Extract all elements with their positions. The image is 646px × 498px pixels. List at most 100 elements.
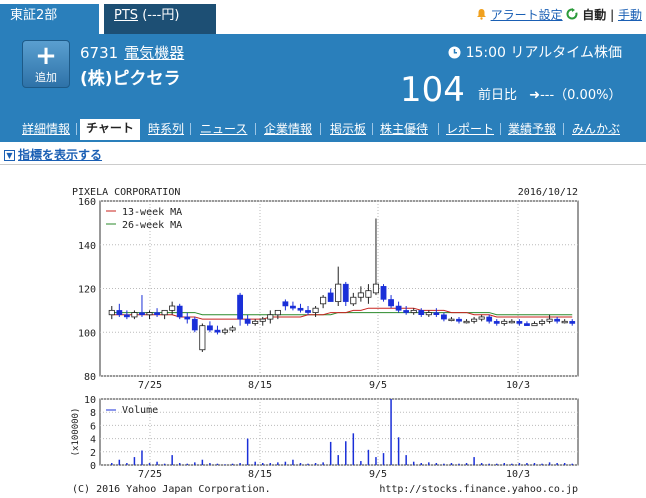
candle-down: [123, 314, 130, 318]
tab-pts[interactable]: PTS (---円): [104, 4, 216, 34]
candle-down: [305, 310, 311, 313]
market-tabs: 東証2部 PTS (---円) アラート設定 自動 | 手動: [0, 0, 646, 34]
volume-x-tick-label: 7/25: [138, 469, 162, 480]
alert-settings-link[interactable]: アラート設定: [491, 8, 563, 22]
candle-up: [161, 309, 168, 316]
candle-up: [108, 309, 115, 316]
candle-up: [312, 307, 319, 313]
nav-news[interactable]: ニュース: [198, 120, 249, 140]
candle-up: [146, 312, 153, 316]
link-separator: |: [610, 8, 615, 22]
candle-down: [290, 305, 296, 309]
price-time-value: 15:00: [465, 45, 506, 61]
volume-tick-label: 0: [90, 461, 96, 472]
candle-down: [456, 318, 462, 322]
change-label: 前日比: [478, 88, 518, 103]
bell-icon: [476, 9, 486, 20]
candle-down: [554, 318, 561, 322]
tab-pts-value: (---円): [142, 8, 180, 23]
nav-chart[interactable]: チャート: [80, 119, 140, 140]
company-name: (株)ピクセラ: [80, 69, 181, 89]
price-tick-label: 80: [84, 372, 96, 383]
candle-down: [380, 286, 387, 300]
nav-forecast[interactable]: 業績予報: [506, 120, 558, 140]
add-portfolio-button[interactable]: + 追加: [22, 40, 70, 88]
nav-timeseries[interactable]: 時系列: [146, 120, 186, 140]
candle-up: [508, 320, 515, 324]
nav-board[interactable]: 掲示板: [328, 120, 368, 140]
clock-icon: [448, 46, 461, 59]
candle-down: [297, 307, 304, 311]
candle-down: [139, 312, 145, 315]
x-tick-label: 9/5: [369, 380, 387, 391]
current-price: 104: [400, 70, 465, 110]
arrow-right-icon: ➜: [529, 88, 541, 103]
auto-refresh-toggle[interactable]: 自動: [582, 8, 606, 22]
candle-up: [561, 320, 568, 324]
nav-details[interactable]: 詳細情報: [20, 120, 72, 140]
nav-minkabu[interactable]: みんかぶ: [570, 120, 622, 140]
candle-down: [418, 310, 425, 315]
candle-down: [116, 310, 123, 315]
nav-company[interactable]: 企業情報: [262, 120, 314, 140]
candle-up: [267, 314, 274, 320]
nav-report[interactable]: レポート: [444, 120, 496, 140]
tab-tse-label: 東証2部: [10, 8, 58, 23]
candle-up: [259, 318, 266, 322]
volume-x-axis-labels: 7/25 8/15 9/5 10/3: [138, 469, 530, 480]
x-tick-label: 7/25: [138, 380, 162, 391]
nav-benefits[interactable]: 株主優待: [378, 120, 430, 140]
industry-link[interactable]: 電気機器: [124, 44, 184, 62]
nav-divider: [563, 123, 564, 135]
manual-refresh-link[interactable]: 手動: [618, 8, 642, 22]
candle-down: [395, 305, 402, 311]
candle-up: [463, 320, 470, 324]
candle-up: [274, 309, 281, 316]
volume-y-axis: 0 2 4 6 8 10: [84, 395, 96, 472]
volume-unit: (x100000): [71, 408, 81, 457]
price-tick-label: 120: [78, 285, 96, 296]
legend-volume: Volume: [122, 405, 158, 416]
candle-down: [569, 321, 576, 324]
nav-underline: [0, 140, 646, 142]
change-value: ---: [540, 88, 555, 103]
show-indicators-link[interactable]: ▼ 指標を表示する: [4, 146, 102, 163]
candle-down: [327, 292, 334, 302]
candle-up: [320, 296, 327, 305]
plus-icon: +: [35, 41, 57, 71]
nav-divider: [255, 123, 256, 135]
price-time: 15:00 リアルタイム株価: [448, 42, 622, 62]
x-axis-labels: 7/25 8/15 9/5 10/3: [138, 380, 530, 391]
tab-tse-2nd[interactable]: 東証2部: [0, 4, 99, 34]
candle-up: [501, 320, 508, 324]
tab-pts-label: PTS: [114, 8, 139, 23]
candle-up: [372, 283, 380, 294]
candle-down: [342, 283, 349, 302]
stock-code: 6731: [80, 44, 119, 62]
footer-copyright: (C) 2016 Yahoo Japan Corporation.: [72, 484, 271, 495]
candle-up: [335, 283, 342, 303]
nav-divider: [320, 123, 321, 135]
footer-url: http://stocks.finance.yahoo.co.jp: [379, 484, 578, 495]
realtime-label: リアルタイム株価: [510, 45, 622, 61]
candle-down: [441, 314, 447, 320]
change-percent: （0.00%）: [554, 88, 622, 103]
candle-up: [169, 305, 176, 311]
candle-up: [131, 312, 138, 318]
stock-header: + 追加 6731 電気機器 (株)ピクセラ 15:00 リアルタイム株価 104…: [0, 34, 646, 118]
candle-up: [478, 316, 485, 320]
price-y-axis: 80 100 120 140 160: [78, 197, 96, 383]
legend-ma13: 13-week MA: [122, 207, 182, 218]
candle-down: [486, 316, 493, 322]
volume-tick-label: 4: [90, 435, 96, 446]
candle-up: [252, 320, 259, 324]
candle-up: [229, 327, 236, 331]
top-links: アラート設定 自動 | 手動: [476, 6, 642, 23]
candle-down: [191, 318, 198, 331]
nav-divider: [500, 123, 501, 135]
stock-chart: PIXELA CORPORATION 2016/10/12 8010012014…: [71, 187, 579, 495]
candle-down: [388, 299, 394, 307]
volume-x-tick-label: 8/15: [248, 469, 272, 480]
candle-up: [357, 292, 364, 298]
expand-icon: ▼: [4, 150, 15, 161]
